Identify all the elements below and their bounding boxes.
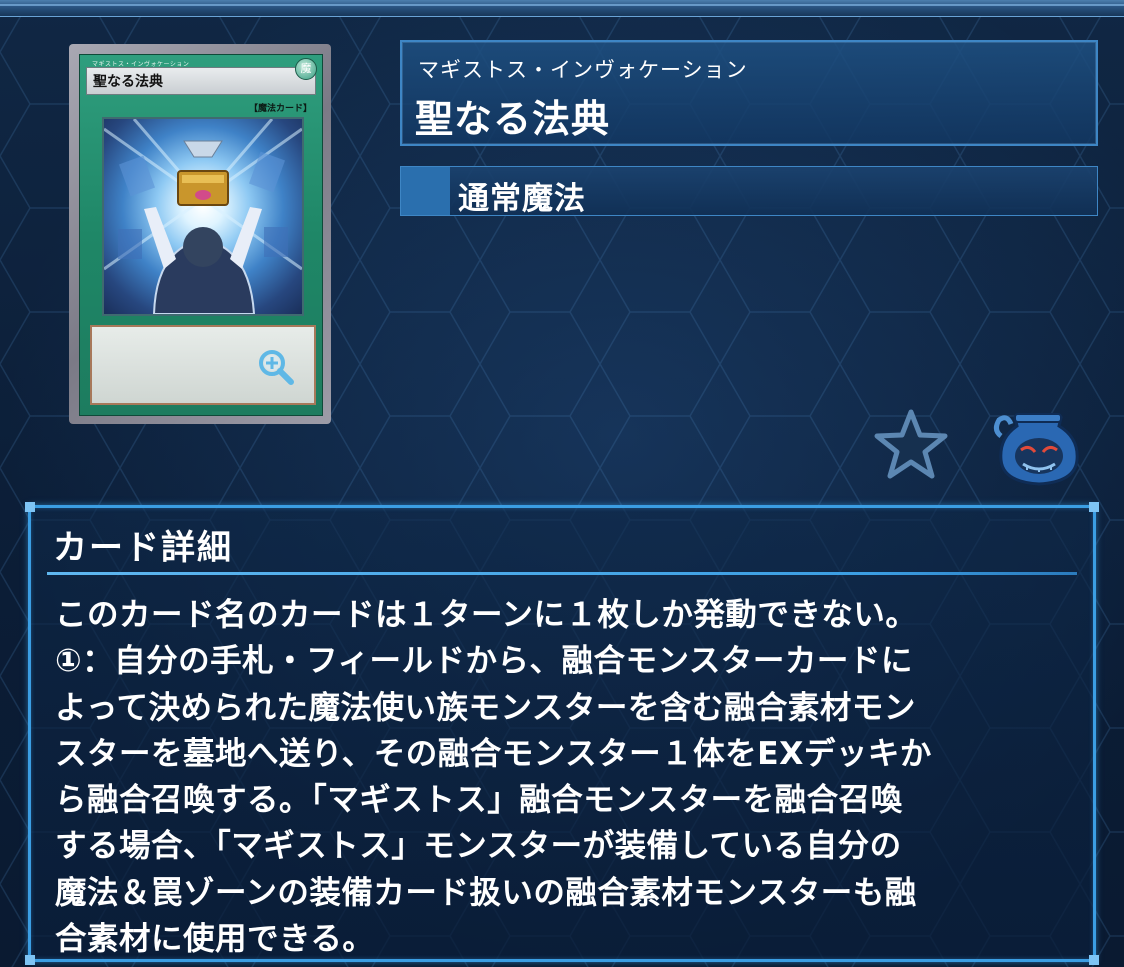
card-image-name: 聖なる法典 <box>86 67 316 95</box>
card-image-name-text: 聖なる法典 <box>93 74 163 90</box>
card-image[interactable]: 聖なる法典 マギストス・インヴォケーション 魔 【魔法カード】 <box>69 44 331 424</box>
card-name-panel: マギストス・インヴォケーション 聖なる法典 <box>400 40 1098 146</box>
spell-attribute-icon: 魔 <box>295 58 317 80</box>
card-ruby: マギストス・インヴォケーション <box>418 58 748 82</box>
pot-of-greed-button[interactable] <box>993 408 1083 488</box>
detail-title: カード詳細 <box>53 528 233 568</box>
favorite-star-button[interactable] <box>873 408 949 480</box>
pot-of-greed-icon <box>993 413 1079 486</box>
detail-divider <box>47 572 1077 575</box>
corner-ornament <box>25 955 35 965</box>
card-name: 聖なる法典 <box>415 97 611 141</box>
corner-ornament <box>25 502 35 512</box>
card-artwork-illustration <box>104 119 302 314</box>
card-type-panel: 通常魔法 <box>400 166 1098 217</box>
card-frame: 聖なる法典 マギストス・インヴォケーション 魔 【魔法カード】 <box>79 54 323 416</box>
type-marker <box>401 167 450 215</box>
card-image-ruby: マギストス・インヴォケーション <box>92 61 190 68</box>
card-image-typeline: 【魔法カード】 <box>248 104 312 114</box>
card-detail-panel: カード詳細 このカード名のカードは１ターンに１枚しか発動できない。 ①：自分の手… <box>25 502 1099 965</box>
card-effect-text: このカード名のカードは１ターンに１枚しか発動できない。 ①：自分の手札・フィール… <box>55 597 932 958</box>
corner-ornament <box>1089 955 1099 965</box>
card-type: 通常魔法 <box>458 181 586 217</box>
top-bar <box>0 0 1124 17</box>
star-icon <box>874 409 948 479</box>
magnify-plus-icon[interactable] <box>256 347 296 387</box>
card-artwork <box>102 117 304 316</box>
corner-ornament <box>1089 502 1099 512</box>
